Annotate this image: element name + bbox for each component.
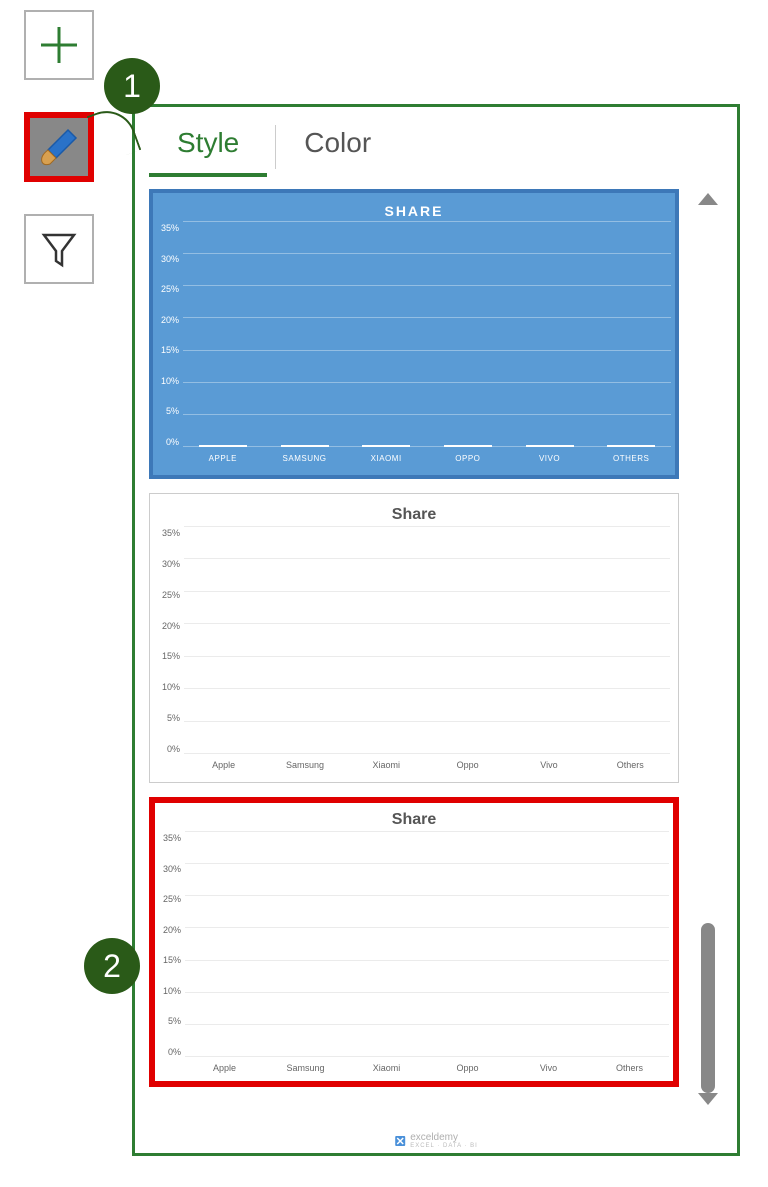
tabs-row: Style Color	[149, 117, 723, 177]
x-label: Vivo	[539, 454, 560, 463]
watermark-icon	[394, 1135, 406, 1147]
x-label: Samsung	[286, 760, 324, 770]
y-tick: 10%	[159, 986, 181, 996]
callout-badge-1: 1	[104, 58, 160, 114]
funnel-icon	[39, 229, 79, 269]
scroll-track[interactable]	[701, 205, 715, 1093]
bar	[199, 445, 247, 447]
plot-area-2: Apple Samsung Xiaomi Oppo Vivo Others	[184, 526, 670, 772]
x-label: Oppo	[456, 1063, 478, 1073]
y-tick: 0%	[159, 1047, 181, 1057]
chart-filters-button[interactable]	[24, 214, 94, 284]
y-tick: 20%	[158, 621, 180, 631]
y-tick: 15%	[158, 651, 180, 661]
x-label: Others	[616, 1063, 643, 1073]
y-tick: 0%	[157, 437, 179, 447]
y-tick: 15%	[159, 955, 181, 965]
x-label: Xiaomi	[371, 454, 402, 463]
callout-badge-2: 2	[84, 938, 140, 994]
chart-title: SHARE	[157, 203, 671, 219]
y-tick: 30%	[159, 864, 181, 874]
y-axis: 0% 5% 10% 15% 20% 25% 30% 35%	[159, 831, 185, 1075]
y-tick: 5%	[159, 1016, 181, 1026]
paintbrush-icon	[36, 124, 82, 170]
y-tick: 25%	[158, 590, 180, 600]
y-tick: 30%	[157, 254, 179, 264]
x-label: Vivo	[540, 1063, 557, 1073]
y-tick: 15%	[157, 345, 179, 355]
y-tick: 5%	[158, 713, 180, 723]
scroll-down-arrow[interactable]	[698, 1093, 718, 1105]
plot-area-3: Apple Samsung Xiaomi Oppo Vivo Others	[185, 831, 669, 1075]
chart-title: Share	[159, 811, 669, 829]
chart-title: Share	[158, 506, 670, 524]
y-tick: 10%	[158, 682, 180, 692]
styles-list: SHARE 0% 5% 10% 15% 20% 25% 30% 35% Apple Samsun…	[149, 189, 723, 1109]
style-option-2[interactable]: Share 0% 5% 10% 15% 20% 25% 30% 35% Apple Samsun…	[149, 493, 679, 783]
x-label: Xiaomi	[373, 1063, 401, 1073]
y-axis: 0% 5% 10% 15% 20% 25% 30% 35%	[158, 526, 184, 772]
scroll-up-arrow[interactable]	[698, 193, 718, 205]
y-tick: 20%	[157, 315, 179, 325]
y-axis: 0% 5% 10% 15% 20% 25% 30% 35%	[157, 221, 183, 465]
bar-group: Others	[599, 445, 663, 447]
x-label: Apple	[209, 454, 237, 463]
bar-group: Vivo	[518, 445, 582, 447]
chart-styles-button[interactable]	[24, 112, 94, 182]
y-tick: 35%	[159, 833, 181, 843]
tab-color[interactable]: Color	[276, 117, 399, 177]
bar	[526, 445, 574, 447]
bar	[607, 445, 655, 447]
chart-styles-panel: Style Color SHARE 0% 5% 10% 15% 20% 25% 30% 35%…	[132, 104, 740, 1156]
y-tick: 35%	[158, 528, 180, 538]
y-tick: 35%	[157, 223, 179, 233]
y-tick: 25%	[159, 894, 181, 904]
y-tick: 10%	[157, 376, 179, 386]
tab-style[interactable]: Style	[149, 117, 267, 177]
y-tick: 20%	[159, 925, 181, 935]
bar-group: Apple	[191, 445, 255, 447]
x-label: Samsung	[283, 454, 327, 463]
watermark-sub: EXCEL · DATA · BI	[410, 1143, 478, 1149]
style-option-3[interactable]: Share 0% 5% 10% 15% 20% 25% 30% 35% Apple Samsun…	[149, 797, 679, 1087]
x-label: Vivo	[540, 760, 557, 770]
y-tick: 5%	[157, 406, 179, 416]
x-label: Others	[613, 454, 649, 463]
bar	[281, 445, 329, 447]
x-label: Apple	[213, 1063, 236, 1073]
x-label: Samsung	[286, 1063, 324, 1073]
bar-group: Xiaomi	[354, 445, 418, 447]
x-label: Others	[617, 760, 644, 770]
style-option-1[interactable]: SHARE 0% 5% 10% 15% 20% 25% 30% 35% Apple Samsun…	[149, 189, 679, 479]
scrollbar	[693, 189, 723, 1109]
y-tick: 25%	[157, 284, 179, 294]
bar	[362, 445, 410, 447]
y-tick: 0%	[158, 744, 180, 754]
y-tick: 30%	[158, 559, 180, 569]
scroll-thumb[interactable]	[701, 923, 715, 1093]
x-label: Oppo	[455, 454, 480, 463]
bar-group: Oppo	[436, 445, 500, 447]
bar-group: Samsung	[273, 445, 337, 447]
chart-elements-button[interactable]	[24, 10, 94, 80]
watermark-name: exceldemy	[410, 1132, 478, 1143]
plot-area-1: Apple Samsung Xiaomi Oppo Vivo Others	[183, 221, 671, 465]
x-label: Xiaomi	[373, 760, 401, 770]
plus-icon	[37, 23, 81, 67]
watermark: exceldemy EXCEL · DATA · BI	[394, 1132, 478, 1149]
bar	[444, 445, 492, 447]
x-label: Apple	[212, 760, 235, 770]
x-label: Oppo	[457, 760, 479, 770]
